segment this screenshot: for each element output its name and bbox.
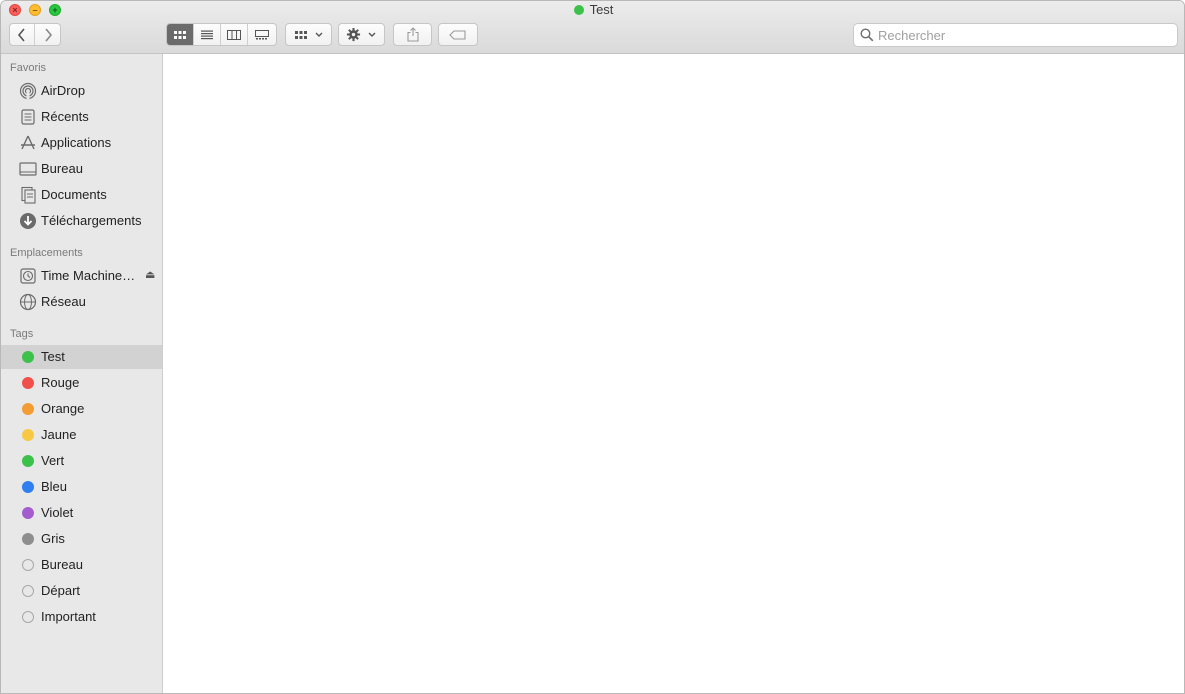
tag-color-dot bbox=[19, 530, 37, 548]
sidebar-item-recents[interactable]: Récents bbox=[1, 105, 162, 129]
documents-icon bbox=[19, 186, 37, 204]
gear-icon bbox=[346, 27, 361, 42]
sidebar-item-label: Jaune bbox=[41, 427, 77, 442]
locations-header: Emplacements bbox=[10, 247, 83, 259]
sidebar-item-label: Applications bbox=[41, 135, 112, 150]
applications-icon bbox=[19, 134, 37, 152]
eject-icon[interactable]: ⏏ bbox=[145, 268, 155, 281]
sidebar-item-label: Vert bbox=[41, 453, 65, 468]
tag-color-dot bbox=[19, 478, 37, 496]
desktop-icon bbox=[19, 160, 37, 178]
icon-view-icon bbox=[174, 30, 186, 39]
sidebar-item-label: Orange bbox=[41, 401, 85, 416]
sidebar-tag-depart[interactable]: Départ bbox=[1, 579, 162, 603]
grid-icon bbox=[294, 30, 307, 39]
sidebar: Favoris AirDrop Récents Applications Bur… bbox=[1, 54, 163, 693]
search-field[interactable] bbox=[853, 23, 1178, 47]
sidebar-item-downloads[interactable]: Téléchargements bbox=[1, 209, 162, 233]
title-tag-dot bbox=[573, 5, 584, 15]
tag-icon bbox=[449, 29, 466, 40]
sidebar-item-documents[interactable]: Documents bbox=[1, 183, 162, 207]
search-icon bbox=[860, 28, 874, 42]
back-button[interactable] bbox=[10, 24, 35, 45]
tag-color-dot bbox=[19, 400, 37, 418]
edit-tags-button[interactable] bbox=[438, 23, 478, 46]
sidebar-tag-orange[interactable]: Orange bbox=[1, 397, 162, 421]
icon-view-button[interactable] bbox=[167, 24, 194, 45]
tag-color-dot bbox=[19, 608, 37, 626]
sidebar-tag-bureau[interactable]: Bureau bbox=[1, 553, 162, 577]
nav-buttons bbox=[9, 23, 61, 46]
sidebar-tag-test[interactable]: Test bbox=[1, 345, 162, 369]
sidebar-item-label: Récents bbox=[41, 109, 89, 124]
search-input[interactable] bbox=[878, 27, 1168, 43]
chevron-right-icon bbox=[44, 27, 52, 42]
recents-icon bbox=[19, 108, 37, 126]
airdrop-icon bbox=[19, 82, 37, 100]
chevron-down-icon bbox=[315, 32, 322, 37]
share-button[interactable] bbox=[393, 23, 432, 46]
chevron-left-icon bbox=[17, 27, 25, 42]
tag-color-dot bbox=[19, 452, 37, 470]
sidebar-item-label: Départ bbox=[41, 583, 81, 598]
sidebar-item-applications[interactable]: Applications bbox=[1, 131, 162, 155]
sidebar-item-airdrop[interactable]: AirDrop bbox=[1, 79, 162, 103]
toolbar: × – + Test bbox=[1, 1, 1184, 54]
sidebar-item-label: AirDrop bbox=[41, 83, 86, 98]
sidebar-item-label: Bleu bbox=[41, 479, 68, 494]
sidebar-item-label: Réseau bbox=[41, 294, 86, 309]
sidebar-item-label: Gris bbox=[41, 531, 65, 546]
time-machine-icon bbox=[19, 267, 37, 285]
downloads-icon bbox=[19, 212, 37, 230]
forward-button[interactable] bbox=[35, 24, 60, 45]
sidebar-item-label: Rouge bbox=[41, 375, 80, 390]
action-menu-button[interactable] bbox=[338, 23, 385, 46]
window-title: Test bbox=[1, 2, 1184, 17]
sidebar-item-label: Time Machine… bbox=[41, 268, 136, 283]
sidebar-item-label: Téléchargements bbox=[41, 213, 142, 228]
window-title-text: Test bbox=[589, 2, 614, 17]
sidebar-tag-gris[interactable]: Gris bbox=[1, 527, 162, 551]
tag-color-dot bbox=[19, 582, 37, 600]
group-by-button[interactable] bbox=[285, 23, 332, 46]
favorites-header: Favoris bbox=[10, 62, 47, 74]
sidebar-item-label: Bureau bbox=[41, 161, 83, 176]
tag-color-dot bbox=[19, 374, 37, 392]
column-view-button[interactable] bbox=[221, 24, 248, 45]
sidebar-tag-bleu[interactable]: Bleu bbox=[1, 475, 162, 499]
gallery-view-icon bbox=[254, 29, 269, 39]
tag-color-dot bbox=[19, 504, 37, 522]
tags-header: Tags bbox=[10, 328, 34, 340]
sidebar-tag-important[interactable]: Important bbox=[1, 605, 162, 629]
sidebar-tag-rouge[interactable]: Rouge bbox=[1, 371, 162, 395]
network-icon bbox=[19, 293, 37, 311]
gallery-view-button[interactable] bbox=[248, 24, 275, 45]
tag-color-dot bbox=[19, 556, 37, 574]
share-icon bbox=[406, 27, 419, 42]
sidebar-item-time-machine[interactable]: Time Machine… ⏏ bbox=[1, 264, 162, 288]
file-browser-area[interactable] bbox=[163, 54, 1184, 693]
chevron-down-icon bbox=[368, 32, 376, 37]
sidebar-tag-jaune[interactable]: Jaune bbox=[1, 423, 162, 447]
sidebar-item-label: Documents bbox=[41, 187, 107, 202]
sidebar-item-label: Violet bbox=[41, 505, 74, 520]
tag-color-dot bbox=[19, 426, 37, 444]
column-view-icon bbox=[227, 29, 241, 40]
tag-color-dot bbox=[19, 348, 37, 366]
sidebar-item-label: Bureau bbox=[41, 557, 83, 572]
sidebar-tag-vert[interactable]: Vert bbox=[1, 449, 162, 473]
finder-window: × – + Test Rechercher Favoris AirDrop Ré… bbox=[0, 0, 1185, 694]
sidebar-tag-violet[interactable]: Violet bbox=[1, 501, 162, 525]
list-view-button[interactable] bbox=[194, 24, 221, 45]
list-view-icon bbox=[201, 30, 213, 39]
view-mode-control bbox=[166, 23, 277, 46]
sidebar-item-label: Test bbox=[41, 349, 65, 364]
sidebar-item-network[interactable]: Réseau bbox=[1, 290, 162, 314]
sidebar-item-label: Important bbox=[41, 609, 96, 624]
sidebar-item-desktop[interactable]: Bureau bbox=[1, 157, 162, 181]
